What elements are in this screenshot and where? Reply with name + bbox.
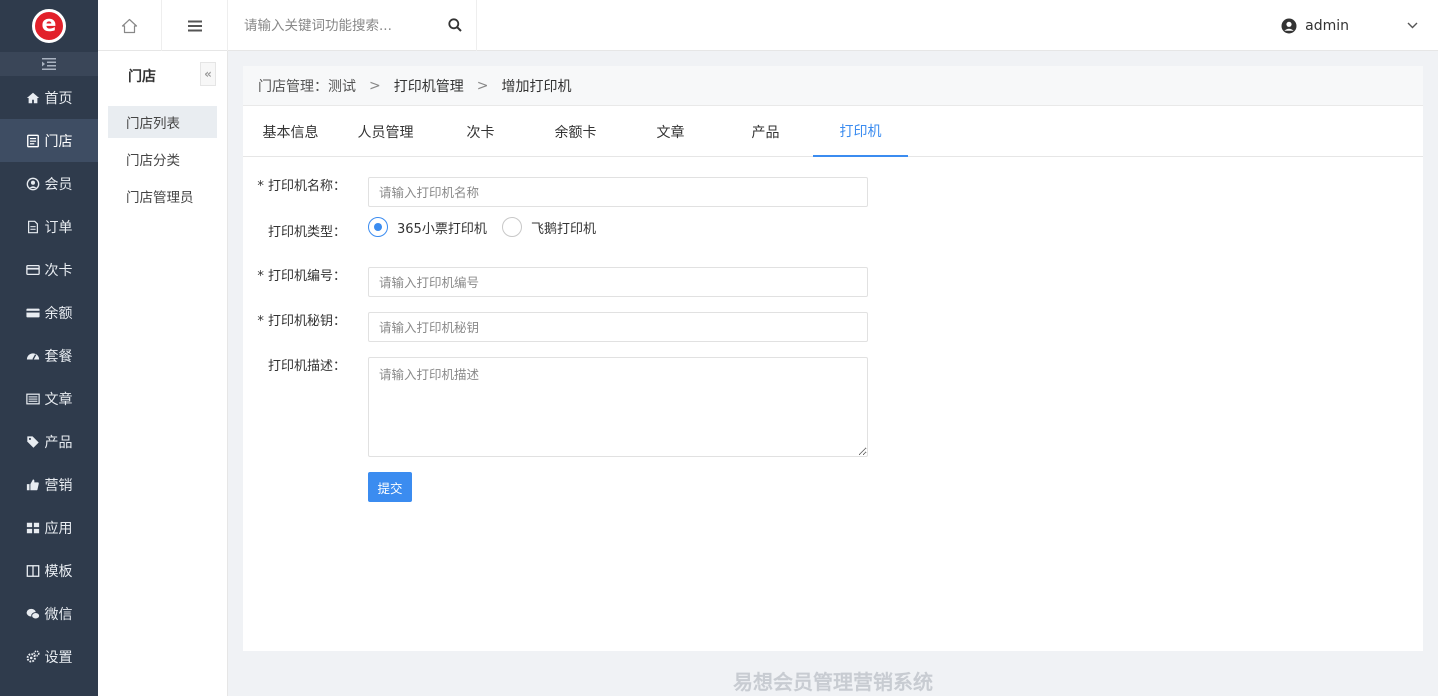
nav-item-label: 门店: [44, 133, 73, 150]
nav-item-product[interactable]: 产品: [0, 420, 98, 463]
user-circle-icon: [26, 176, 41, 191]
columns-icon: [26, 563, 41, 578]
chevron-down-icon[interactable]: [1407, 22, 1418, 29]
search-input[interactable]: [244, 17, 434, 34]
username: admin: [1305, 17, 1349, 34]
tab-basic-info[interactable]: 基本信息: [243, 106, 338, 157]
sub-nav-item-store-list[interactable]: 门店列表: [108, 106, 217, 138]
main-sidebar: e 首页 门店 会员 订单 次卡 余额 套餐 文章 产品 营销 应用 模板 微信…: [0, 0, 98, 696]
chevron-right-icon: >: [476, 77, 489, 94]
indent-icon: [42, 58, 56, 70]
nav-item-label: 文章: [44, 391, 73, 408]
chevron-right-icon: >: [369, 77, 381, 94]
tab-bar: 基本信息 人员管理 次卡 余额卡 文章 产品 打印机: [243, 106, 1423, 157]
nav-item-template[interactable]: 模板: [0, 549, 98, 592]
user-menu[interactable]: admin: [1281, 0, 1418, 51]
top-bar: admin: [98, 0, 1438, 51]
card-icon: [26, 262, 41, 277]
nav-item-order[interactable]: 订单: [0, 205, 98, 248]
credit-card-icon: [26, 305, 41, 320]
nav-item-label: 首页: [44, 90, 73, 107]
nav-item-apps[interactable]: 应用: [0, 506, 98, 549]
nav-item-balance[interactable]: 余额: [0, 291, 98, 334]
main-panel: 门店管理：测试 > 打印机管理 > 增加打印机 基本信息 人员管理 次卡 余额卡…: [243, 66, 1423, 651]
printer-desc-label: 打印机描述：: [267, 359, 346, 374]
home-icon: [26, 90, 41, 105]
tab-product[interactable]: 产品: [718, 106, 813, 157]
printer-desc-textarea[interactable]: [368, 357, 868, 457]
breadcrumb-item[interactable]: 门店管理：测试: [258, 76, 356, 96]
nav-item-wechat[interactable]: 微信: [0, 592, 98, 635]
printer-key-label: * 打印机秘钥：: [257, 314, 346, 329]
thumbs-up-icon: [26, 477, 41, 492]
logo[interactable]: e: [0, 0, 98, 52]
printer-name-label: * 打印机名称：: [257, 179, 346, 194]
wechat-icon: [26, 606, 41, 621]
nav-item-member[interactable]: 会员: [0, 162, 98, 205]
sub-sidebar: 门店 « 门店列表 门店分类 门店管理员: [98, 51, 228, 696]
radio-printer-type-feie[interactable]: 飞鹅打印机: [502, 217, 596, 237]
breadcrumb-item[interactable]: 打印机管理: [394, 76, 464, 96]
nav-item-marketing[interactable]: 营销: [0, 463, 98, 506]
nav-item-settings[interactable]: 设置: [0, 635, 98, 678]
gears-icon: [26, 649, 41, 664]
home-outline-icon: [121, 18, 138, 33]
nav-item-times-card[interactable]: 次卡: [0, 248, 98, 291]
logo-mark: e: [32, 9, 66, 43]
menu-toggle-button[interactable]: [162, 0, 228, 51]
printer-number-label: * 打印机编号：: [257, 269, 346, 284]
radio-printer-type-365[interactable]: 365小票打印机: [368, 217, 487, 237]
tab-article[interactable]: 文章: [623, 106, 718, 157]
nav-item-store[interactable]: 门店: [0, 119, 98, 162]
submit-button[interactable]: 提交: [368, 472, 412, 502]
home-button[interactable]: [98, 0, 162, 51]
search-icon[interactable]: [448, 18, 462, 32]
sub-sidebar-title: 门店 «: [98, 51, 227, 101]
tab-times-card[interactable]: 次卡: [433, 106, 528, 157]
footer-brand: 易想会员管理营销系统: [733, 670, 933, 694]
hamburger-icon: [187, 20, 202, 31]
double-chevron-left-icon[interactable]: «: [200, 62, 216, 86]
store-list-icon: [26, 133, 41, 148]
radio-unchecked-icon: [502, 217, 522, 237]
sidebar-collapse-toggle[interactable]: [0, 52, 98, 76]
nav-item-home[interactable]: 首页: [0, 76, 98, 119]
dashboard-icon: [26, 348, 41, 363]
nav-item-label: 次卡: [44, 262, 73, 279]
sub-nav-item-store-admin[interactable]: 门店管理员: [108, 180, 217, 212]
breadcrumb-current: 增加打印机: [501, 78, 572, 95]
printer-number-input[interactable]: [368, 267, 868, 297]
search-box: [228, 0, 477, 51]
grid-icon: [26, 520, 41, 535]
sub-nav-item-store-category[interactable]: 门店分类: [108, 143, 217, 175]
newspaper-icon: [26, 391, 41, 406]
printer-type-label: 打印机类型：: [267, 225, 346, 240]
tag-icon: [26, 434, 41, 449]
nav-item-label: 会员: [44, 176, 73, 193]
user-avatar-icon: [1281, 18, 1297, 33]
nav-item-label: 应用: [44, 520, 73, 537]
nav-item-label: 模板: [44, 563, 73, 580]
nav-item-label: 设置: [44, 649, 73, 666]
nav-item-label: 订单: [44, 219, 73, 236]
nav-item-article[interactable]: 文章: [0, 377, 98, 420]
printer-name-input[interactable]: [368, 177, 868, 207]
nav-item-label: 套餐: [44, 348, 73, 365]
tab-printer[interactable]: 打印机: [813, 106, 908, 157]
tab-staff[interactable]: 人员管理: [338, 106, 433, 157]
breadcrumb: 门店管理：测试 > 打印机管理 > 增加打印机: [243, 66, 1423, 106]
nav-item-label: 产品: [44, 434, 73, 451]
tab-balance-card[interactable]: 余额卡: [528, 106, 623, 157]
document-icon: [26, 219, 41, 234]
nav-item-label: 微信: [44, 606, 73, 623]
nav-item-label: 营销: [44, 477, 73, 494]
radio-checked-icon: [368, 217, 388, 237]
printer-key-input[interactable]: [368, 312, 868, 342]
nav-item-label: 余额: [44, 305, 73, 322]
nav-item-package[interactable]: 套餐: [0, 334, 98, 377]
